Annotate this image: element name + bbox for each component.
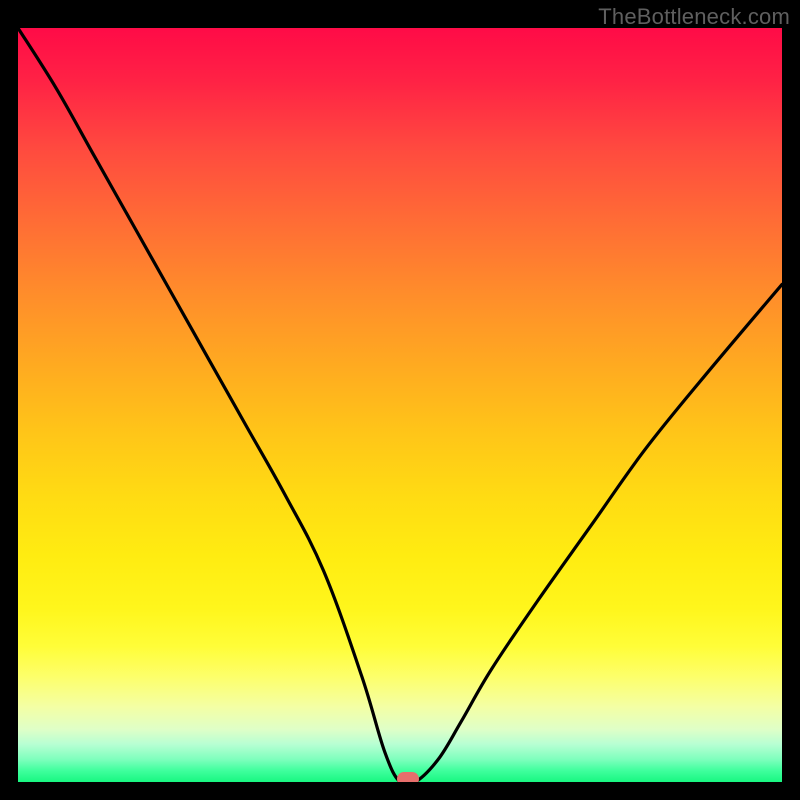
chart-container: TheBottleneck.com [0, 0, 800, 800]
plot-area [18, 28, 782, 782]
bottleneck-curve [18, 28, 782, 782]
optimal-point-marker [397, 772, 419, 782]
curve-svg [18, 28, 782, 782]
watermark-text: TheBottleneck.com [598, 4, 790, 30]
